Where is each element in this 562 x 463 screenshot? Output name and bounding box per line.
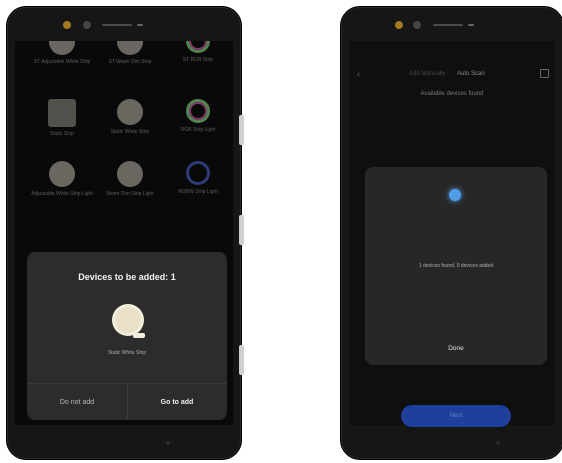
sensor-icon bbox=[413, 21, 421, 29]
scan-tabs-bar: ‹ Add Manually Auto Scan bbox=[349, 69, 555, 83]
status-bar bbox=[7, 15, 241, 35]
tab-add-manually[interactable]: Add Manually bbox=[409, 71, 445, 77]
right-phone: ‹ Add Manually Auto Scan Available devic… bbox=[340, 6, 562, 460]
earpiece-icon bbox=[137, 24, 143, 26]
side-button bbox=[239, 345, 244, 375]
bluetooth-icon bbox=[449, 189, 461, 201]
earpiece-icon bbox=[468, 24, 474, 26]
power-button bbox=[239, 215, 244, 245]
scan-result-text: 1 devices found, 0 devices added bbox=[418, 263, 494, 269]
volume-button bbox=[239, 115, 244, 145]
front-camera-icon bbox=[63, 21, 71, 29]
left-phone: ST Adjustable White Strip ST Warm Dim St… bbox=[6, 6, 242, 460]
tab-auto-scan[interactable]: Auto Scan bbox=[457, 71, 485, 77]
back-arrow-icon[interactable]: ‹ bbox=[357, 69, 360, 79]
home-indicator bbox=[166, 441, 170, 445]
go-to-add-button[interactable]: Go to add bbox=[127, 384, 227, 420]
speaker-grille bbox=[102, 24, 132, 26]
status-bar bbox=[341, 15, 562, 35]
sensor-icon bbox=[83, 21, 91, 29]
speaker-grille bbox=[433, 24, 463, 26]
available-devices-subtitle: Available devices found bbox=[420, 91, 484, 97]
home-indicator bbox=[496, 441, 500, 445]
sheet-actions: Do not add Go to add bbox=[27, 383, 227, 420]
next-button[interactable]: Next bbox=[401, 405, 511, 427]
device-label: Static White Strip bbox=[107, 350, 147, 356]
sheet-title: Devices to be added: 1 bbox=[78, 272, 176, 282]
scan-result-card: 1 devices found, 0 devices added Done bbox=[365, 167, 547, 365]
scan-code-icon[interactable] bbox=[540, 69, 549, 78]
light-strip-icon bbox=[115, 307, 145, 338]
front-camera-icon bbox=[395, 21, 403, 29]
devices-to-add-sheet: Devices to be added: 1 Static White Stri… bbox=[27, 252, 227, 420]
do-not-add-button[interactable]: Do not add bbox=[27, 384, 128, 420]
done-button[interactable]: Done bbox=[365, 345, 547, 352]
